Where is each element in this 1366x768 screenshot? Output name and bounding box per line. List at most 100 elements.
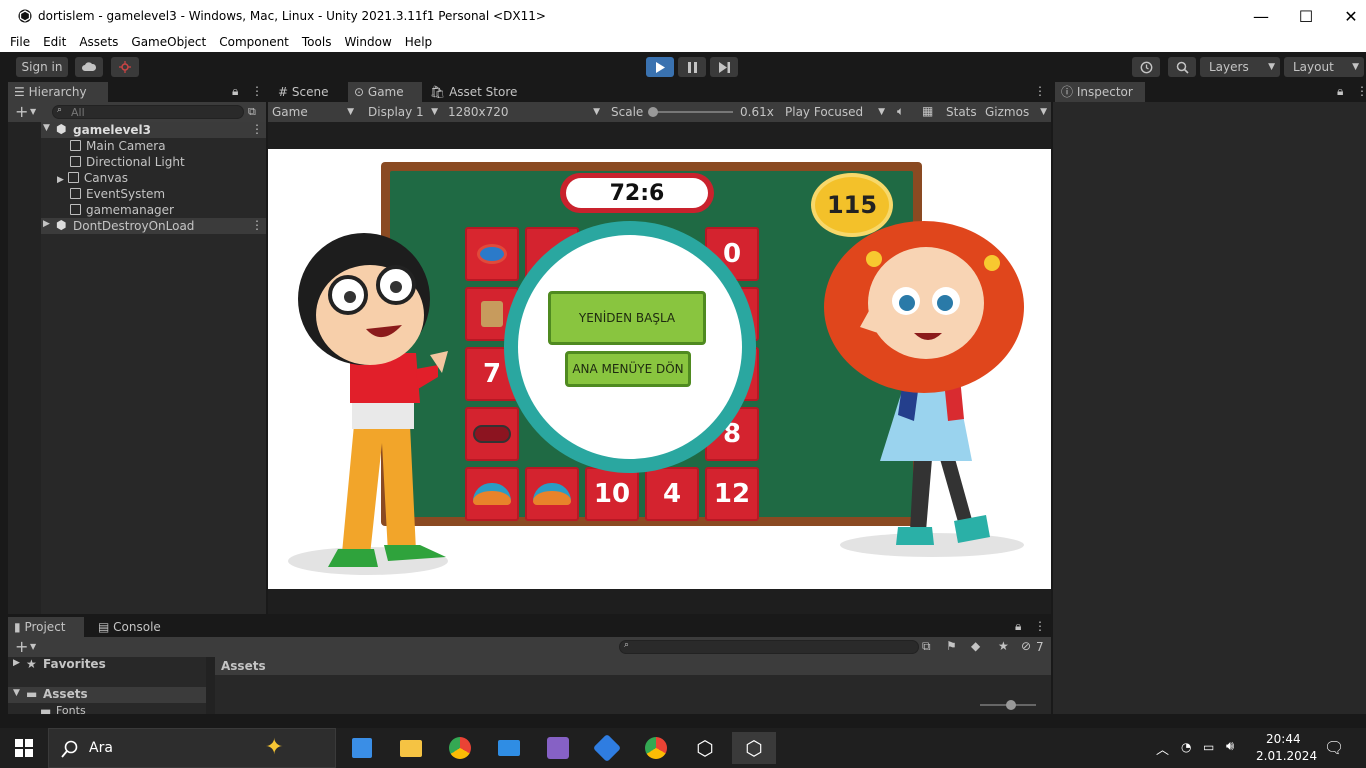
tile-number[interactable]: 4 bbox=[645, 467, 699, 521]
notification-icon[interactable]: 🗨︎ bbox=[1324, 738, 1344, 757]
chevron-down-icon[interactable]: ▼ bbox=[30, 107, 36, 116]
grid-icon[interactable]: ▦ bbox=[922, 104, 933, 118]
tile-picture[interactable] bbox=[465, 227, 519, 281]
menu-gameobject[interactable]: GameObject bbox=[131, 35, 206, 49]
hierarchy-search-input[interactable]: ⌕ All bbox=[52, 105, 244, 119]
scene-visibility-icon[interactable]: ⧉ bbox=[248, 105, 256, 119]
game-view[interactable]: 72:6 115 7 10 4 12 0 8 YENİDEN BAŞLA ANA… bbox=[268, 149, 1051, 589]
favorites-label[interactable]: Favorites bbox=[43, 657, 106, 671]
start-button[interactable] bbox=[2, 732, 46, 764]
expand-arrow-icon[interactable]: ▶ bbox=[13, 658, 20, 668]
expand-arrow-icon[interactable]: ▼ bbox=[43, 123, 50, 133]
tab-inspector[interactable]: ⓘ Inspector bbox=[1055, 82, 1145, 102]
fonts-folder-label[interactable]: Fonts bbox=[56, 704, 86, 717]
tab-console[interactable]: ▤ Console bbox=[92, 617, 172, 637]
kebab-menu-icon[interactable]: ⋮ bbox=[251, 122, 263, 136]
hierarchy-item-directional-light[interactable]: Directional Light bbox=[70, 154, 185, 170]
menu-file[interactable]: File bbox=[10, 35, 30, 49]
tab-hierarchy[interactable]: ☰ Hierarchy bbox=[8, 82, 108, 102]
play-button[interactable] bbox=[646, 57, 674, 77]
taskbar-unity-editor[interactable]: ⬡ bbox=[732, 732, 776, 764]
history-button[interactable] bbox=[1132, 57, 1160, 77]
speaker-icon[interactable]: 🔈︎ bbox=[897, 104, 904, 119]
menu-assets[interactable]: Assets bbox=[79, 35, 118, 49]
tile-number[interactable]: 12 bbox=[705, 467, 759, 521]
minimize-button[interactable]: — bbox=[1238, 0, 1284, 32]
wifi-icon[interactable]: ◔ bbox=[1181, 740, 1191, 754]
menu-component[interactable]: Component bbox=[219, 35, 289, 49]
hidden-packages-icon[interactable]: ⊘ bbox=[1021, 639, 1031, 653]
search-by-type-icon[interactable]: ⧉ bbox=[922, 639, 931, 654]
layers-dropdown[interactable]: Layers ▼ bbox=[1200, 57, 1280, 77]
maximize-button[interactable]: ☐ bbox=[1283, 0, 1329, 32]
collab-button[interactable] bbox=[111, 57, 139, 77]
taskbar-explorer[interactable] bbox=[389, 732, 433, 764]
menu-edit[interactable]: Edit bbox=[43, 35, 66, 49]
project-search-input[interactable]: ⌕ bbox=[619, 640, 919, 654]
tab-project[interactable]: ▮ Project bbox=[8, 617, 84, 637]
kebab-menu-icon[interactable]: ⋮ bbox=[1034, 619, 1046, 633]
add-plus-icon[interactable]: + bbox=[15, 637, 28, 656]
hierarchy-item-canvas[interactable]: ▶ Canvas bbox=[57, 170, 128, 186]
menu-window[interactable]: Window bbox=[344, 35, 391, 49]
clock-time[interactable]: 20:44 bbox=[1266, 732, 1301, 746]
kebab-menu-icon[interactable]: ⋮ bbox=[251, 218, 263, 232]
cloud-button[interactable] bbox=[75, 57, 103, 77]
close-button[interactable]: ✕ bbox=[1328, 0, 1366, 32]
assets-breadcrumb-label[interactable]: Assets bbox=[221, 659, 266, 673]
scale-slider-track[interactable] bbox=[651, 111, 733, 113]
restart-button[interactable]: YENİDEN BAŞLA bbox=[548, 291, 706, 345]
menu-help[interactable]: Help bbox=[405, 35, 432, 49]
gizmos-dropdown[interactable]: Gizmos ▼ bbox=[981, 102, 1051, 122]
stats-button[interactable]: Stats bbox=[946, 105, 977, 119]
lock-icon[interactable]: 🔒︎ bbox=[232, 84, 238, 99]
taskbar-search-box[interactable]: Ara ✦ bbox=[48, 728, 336, 768]
taskbar-unity-hub[interactable]: ⬡ bbox=[683, 732, 727, 764]
taskbar-chrome-profile[interactable] bbox=[634, 732, 678, 764]
main-menu-button[interactable]: ANA MENÜYE DÖN bbox=[565, 351, 691, 387]
expand-arrow-icon[interactable]: ▶ bbox=[43, 219, 50, 229]
kebab-menu-icon[interactable]: ⋮ bbox=[251, 84, 263, 98]
taskbar-visual-studio[interactable] bbox=[536, 732, 580, 764]
tile-picture[interactable] bbox=[525, 467, 579, 521]
kebab-menu-icon[interactable]: ⋮ bbox=[1356, 84, 1366, 98]
tile-picture[interactable] bbox=[465, 407, 519, 461]
lock-icon[interactable]: 🔒︎ bbox=[1015, 619, 1021, 634]
hierarchy-item-main-camera[interactable]: Main Camera bbox=[70, 138, 166, 154]
taskbar-store[interactable] bbox=[340, 732, 384, 764]
tab-asset-store[interactable]: 🛍︎ Asset Store bbox=[424, 82, 524, 102]
scene-row[interactable]: ▼ ⬢ gamelevel3 ⋮ bbox=[8, 122, 266, 138]
expand-arrow-icon[interactable]: ▶ bbox=[57, 175, 64, 185]
search-button[interactable] bbox=[1168, 57, 1196, 77]
lock-icon[interactable]: 🔒︎ bbox=[1337, 84, 1343, 99]
hierarchy-item-gamemanager[interactable]: gamemanager bbox=[70, 202, 174, 218]
sign-in-button[interactable]: Sign in bbox=[16, 57, 68, 77]
pause-button[interactable] bbox=[678, 57, 706, 77]
step-button[interactable] bbox=[710, 57, 738, 77]
tile-picture[interactable] bbox=[465, 467, 519, 521]
play-focused-dropdown[interactable]: Play Focused ▼ bbox=[781, 102, 889, 122]
tab-scene[interactable]: # Scene bbox=[272, 82, 346, 102]
game-view-dropdown[interactable]: Game ▼ bbox=[268, 102, 358, 122]
filter-icon[interactable]: ⚑ bbox=[946, 639, 957, 653]
star-icon[interactable]: ★ bbox=[998, 639, 1009, 653]
chevron-down-icon[interactable]: ▼ bbox=[30, 642, 36, 651]
display-dropdown[interactable]: Display 1 ▼ bbox=[364, 102, 442, 122]
taskbar-app[interactable] bbox=[585, 732, 629, 764]
tab-game[interactable]: ⊙ Game bbox=[348, 82, 422, 102]
taskbar-chrome[interactable] bbox=[438, 732, 482, 764]
tile-number[interactable]: 10 bbox=[585, 467, 639, 521]
volume-icon[interactable]: 🔊︎ bbox=[1226, 739, 1234, 754]
add-plus-icon[interactable]: + bbox=[15, 102, 28, 121]
icon-size-slider-handle[interactable] bbox=[1006, 700, 1016, 710]
hierarchy-item-eventsystem[interactable]: EventSystem bbox=[70, 186, 165, 202]
tree-scrollbar[interactable] bbox=[206, 657, 215, 714]
label-icon[interactable]: ◆ bbox=[971, 639, 980, 653]
scale-slider-handle[interactable] bbox=[648, 107, 658, 117]
taskbar-mail[interactable] bbox=[487, 732, 531, 764]
battery-icon[interactable]: ▭ bbox=[1203, 740, 1214, 754]
menu-tools[interactable]: Tools bbox=[302, 35, 332, 49]
expand-arrow-icon[interactable]: ▼ bbox=[13, 688, 20, 698]
kebab-menu-icon[interactable]: ⋮ bbox=[1034, 84, 1046, 98]
resolution-dropdown[interactable]: 1280x720 ▼ bbox=[444, 102, 604, 122]
